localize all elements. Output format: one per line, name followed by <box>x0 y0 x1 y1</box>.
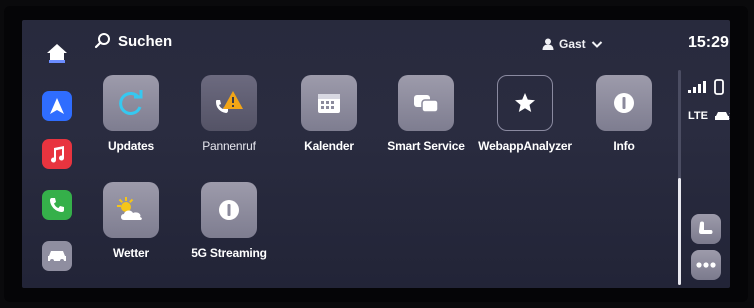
app-label: Wetter <box>113 246 149 260</box>
app-label: Info <box>613 139 635 153</box>
seat-settings-button[interactable] <box>691 214 721 244</box>
user-icon <box>542 38 554 50</box>
clock: 15:29 <box>688 34 729 51</box>
app-webappanalyzer[interactable]: WebappAnalyzer <box>470 75 580 153</box>
service-icon <box>414 95 439 113</box>
music-note-icon <box>51 146 65 163</box>
navigation-button[interactable] <box>42 91 72 121</box>
calendar-icon <box>318 94 340 113</box>
more-button[interactable] <box>691 250 721 280</box>
media-button[interactable] <box>42 139 72 169</box>
weather-icon <box>117 197 142 220</box>
app-wetter[interactable]: Wetter <box>76 182 186 260</box>
app-tile <box>103 182 159 238</box>
app-tile <box>103 75 159 131</box>
signal-status <box>688 79 724 95</box>
app-tile <box>201 182 257 238</box>
search-label: Suchen <box>118 32 173 50</box>
app-label: Kalender <box>304 139 354 153</box>
home-button[interactable] <box>42 38 72 68</box>
seat-icon <box>699 221 713 234</box>
phone-button[interactable] <box>42 190 72 220</box>
user-name: Gast <box>559 37 586 51</box>
app-updates[interactable]: Updates <box>76 75 186 153</box>
info-icon <box>614 93 634 113</box>
app-label: 5G Streaming <box>191 246 267 260</box>
smartphone-icon <box>714 79 724 95</box>
app-label: Smart Service <box>387 139 465 153</box>
star-icon <box>515 93 535 112</box>
streaming-icon <box>219 200 239 220</box>
app-label: Updates <box>108 139 154 153</box>
app-tile <box>301 75 357 131</box>
app-info[interactable]: Info <box>569 75 679 153</box>
user-profile-button[interactable]: Gast <box>542 37 603 51</box>
app-tile <box>201 75 257 131</box>
navigation-arrow-icon <box>50 98 64 114</box>
home-icon <box>47 44 67 63</box>
network-status: LTE <box>688 110 730 122</box>
app-label: WebappAnalyzer <box>478 139 572 153</box>
app-5g-streaming[interactable]: 5G Streaming <box>174 182 284 260</box>
app-pannenruf[interactable]: Pannenruf <box>174 75 284 153</box>
signal-bars-icon <box>688 81 706 93</box>
more-dots-icon <box>696 262 716 268</box>
search-button[interactable]: Suchen <box>94 32 172 50</box>
scroll-thumb[interactable] <box>678 178 681 285</box>
status-column: LTE <box>674 70 730 285</box>
network-type: LTE <box>688 110 708 122</box>
app-smart-service[interactable]: Smart Service <box>371 75 481 153</box>
chevron-down-icon <box>591 41 602 48</box>
car-icon <box>48 251 66 263</box>
search-icon <box>94 33 110 49</box>
refresh-icon <box>119 90 143 115</box>
app-tile <box>398 75 454 131</box>
infotainment-screen: Suchen Gast 15:29 Updates Pannenruf Kale… <box>22 20 730 288</box>
app-kalender[interactable]: Kalender <box>274 75 384 153</box>
warning-phone-icon <box>216 91 243 113</box>
app-tile <box>596 75 652 131</box>
app-label: Pannenruf <box>202 139 256 153</box>
car-button[interactable] <box>42 241 72 271</box>
car-connect-icon <box>714 112 730 120</box>
app-tile <box>497 75 553 131</box>
phone-icon <box>50 198 64 212</box>
